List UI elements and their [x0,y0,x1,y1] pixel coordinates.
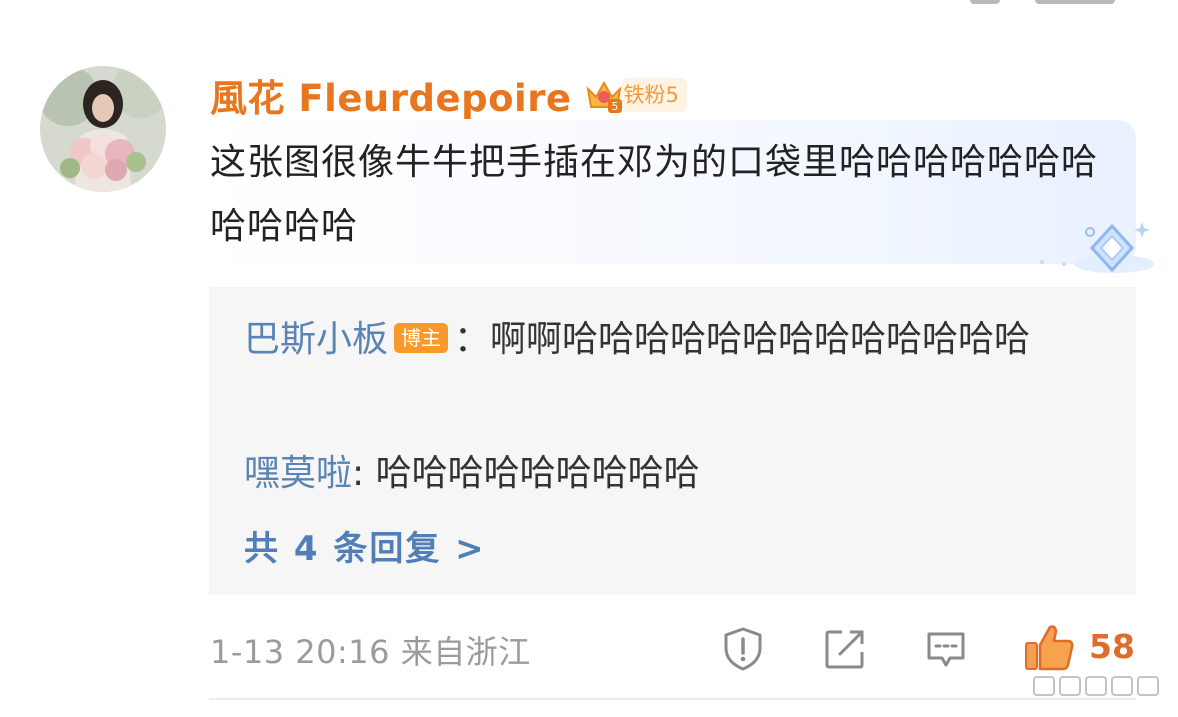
reply-text: 啊啊哈哈哈哈哈哈哈哈哈哈哈哈哈 [490,319,1031,360]
view-all-replies-link[interactable]: 共 4 条回复 > [244,521,486,570]
reply-separator: : [352,453,376,494]
like-count[interactable]: 58 [1089,627,1135,666]
top-cutoff-text [960,0,1150,8]
report-icon[interactable] [720,626,766,672]
thumbs-up-icon[interactable] [1023,621,1075,673]
reply-username[interactable]: 嘿莫啦 [244,453,352,494]
reply-item[interactable]: 巴斯小板 博主 ：啊啊哈哈哈哈哈哈哈哈哈哈哈哈哈 [244,309,1084,370]
comment-icon[interactable] [923,626,969,672]
reply-text: 哈哈哈哈哈哈哈哈哈 [375,453,700,494]
svg-text:5: 5 [611,100,618,113]
comment-body: 这张图很像牛牛把手插在邓为的口袋里哈哈哈哈哈哈哈哈哈哈哈 [210,142,1099,247]
replies-panel[interactable]: 巴斯小板 博主 ：啊啊哈哈哈哈哈哈哈哈哈哈哈哈哈 嘿莫啦: 哈哈哈哈哈哈哈哈哈 共 … [209,287,1136,595]
blogger-badge: 博主 [394,323,449,353]
comment-meta: 1-13 20:16 来自浙江 [210,627,531,673]
divider [209,698,1136,700]
location: 来自浙江 [400,633,531,671]
comment-header: 風花 Fleurdepoire 5 铁粉5 [210,70,687,120]
watermark-logo [1033,676,1159,696]
timestamp: 1-13 20:16 [210,633,391,671]
share-icon[interactable] [822,626,868,672]
crown-level-icon: 5 [586,80,622,113]
avatar[interactable] [40,66,166,192]
username[interactable]: 風花 Fleurdepoire [210,68,572,122]
reply-item[interactable]: 嘿莫啦: 哈哈哈哈哈哈哈哈哈 [244,443,1084,504]
reply-separator: ： [454,319,491,360]
reply-username[interactable]: 巴斯小板 [244,319,388,360]
fan-level-badge: 铁粉5 [621,78,687,112]
